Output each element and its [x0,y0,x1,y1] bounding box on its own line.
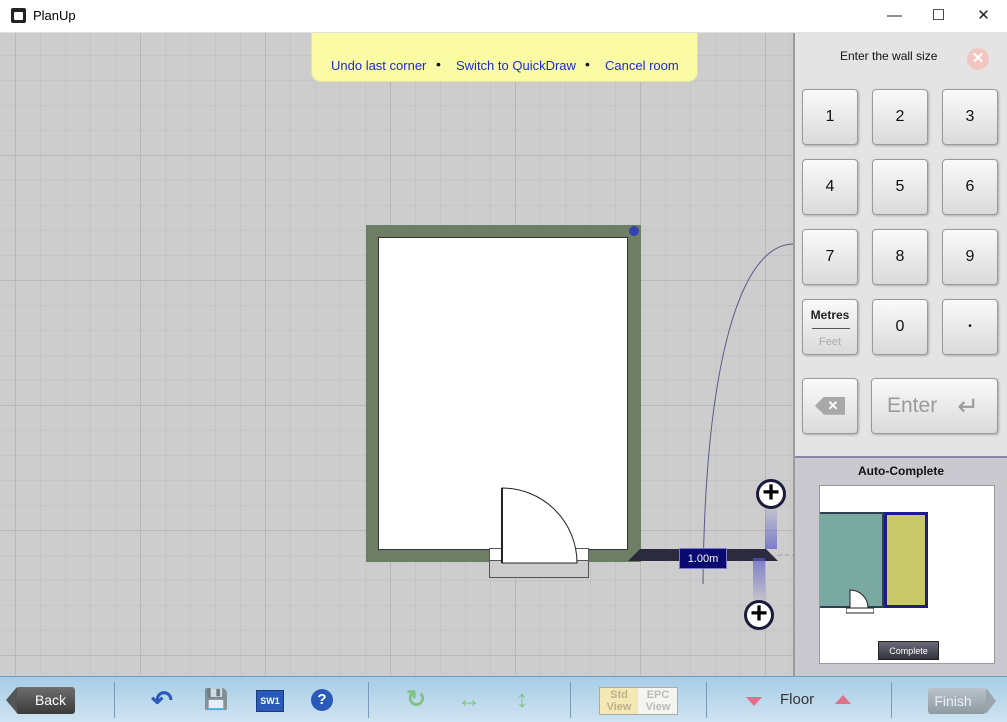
key-9[interactable]: 9 [942,229,998,285]
units-feet-label: Feet [818,336,841,348]
add-corner-up-icon[interactable]: + [756,478,786,509]
rotate-icon[interactable]: ↻ [403,687,429,713]
key-2[interactable]: 2 [872,89,928,145]
bottom-toolbar: Back ↶ 💾 SW1 ? ↻ ↔ ↕ Std View EPC View F… [0,676,1007,722]
wall-length-label: 1.00m [679,548,727,569]
preview-door-icon [846,589,874,614]
flip-vertical-icon[interactable]: ↕ [509,687,535,713]
help-icon[interactable]: ? [311,689,333,711]
toolbar-divider [368,682,369,718]
undo-icon[interactable]: ↶ [149,687,175,713]
minimize-button[interactable]: — [872,0,917,32]
toolbar-divider [114,682,115,718]
add-corner-down-icon[interactable]: + [744,599,774,630]
key-8[interactable]: 8 [872,229,928,285]
switch-quickdraw-link[interactable]: Switch to QuickDraw [456,58,576,73]
enter-icon: ↵ [957,391,979,421]
close-keypad-icon[interactable]: ✕ [967,48,989,70]
window-title: PlanUp [33,8,76,23]
units-toggle-button[interactable]: Metres Feet [802,299,858,355]
key-5[interactable]: 5 [872,159,928,215]
toolbar-divider [570,682,571,718]
key-7[interactable]: 7 [802,229,858,285]
std-view-button[interactable]: Std View [600,688,638,714]
extend-guide-top [765,509,777,549]
toolbar-divider [891,682,892,718]
enter-label: Enter [887,394,938,417]
key-6[interactable]: 6 [942,159,998,215]
backspace-icon: ✕ [815,396,845,415]
app-icon [11,8,26,23]
back-button[interactable]: Back [6,687,75,714]
floor-up-icon[interactable] [835,695,851,704]
hint-bar: Undo last corner • Switch to QuickDraw •… [311,33,698,82]
key-0[interactable]: 0 [872,299,928,355]
auto-complete-title: Auto-Complete [858,464,944,478]
enter-button[interactable]: Enter ↵ [871,378,998,434]
wall-size-panel: Enter the wall size ✕ 1 2 3 4 5 6 7 8 9 … [793,33,1007,678]
key-decimal[interactable]: • [942,299,998,355]
undo-last-corner-link[interactable]: Undo last corner [331,58,426,73]
flip-horizontal-icon[interactable]: ↔ [456,687,482,713]
toolbar-divider [706,682,707,718]
key-4[interactable]: 4 [802,159,858,215]
extend-guide-bottom [753,558,765,600]
title-bar: PlanUp — ☐ ✕ [0,0,1007,33]
complete-button[interactable]: Complete [878,641,939,660]
save-icon[interactable]: 💾 [203,687,229,713]
wall-size-prompt: Enter the wall size [840,49,938,63]
finish-button[interactable]: Finish [928,688,996,714]
preview-room-new [884,512,928,608]
corner-handle[interactable] [629,226,639,236]
key-1[interactable]: 1 [802,89,858,145]
maximize-button[interactable]: ☐ [916,0,961,32]
room-floor[interactable] [378,237,628,550]
view-toggle[interactable]: Std View EPC View [599,687,678,715]
keypad-pointer-line [702,243,793,585]
auto-complete-preview[interactable]: Complete [819,485,995,664]
hint-separator: • [585,56,590,72]
sw1-icon[interactable]: SW1 [256,690,284,712]
floor-plan-canvas[interactable]: Undo last corner • Switch to QuickDraw •… [0,33,793,676]
floor-label: Floor [780,691,815,708]
key-3[interactable]: 3 [942,89,998,145]
hint-separator: • [436,56,441,72]
auto-complete-panel: Auto-Complete Complete [795,456,1007,678]
close-window-button[interactable]: ✕ [961,0,1006,32]
cancel-room-link[interactable]: Cancel room [605,58,679,73]
epc-view-button[interactable]: EPC View [639,688,677,714]
units-divider [812,328,850,329]
floor-down-icon[interactable] [746,697,762,706]
units-metres-label: Metres [810,308,850,322]
door-step [489,560,589,578]
backspace-button[interactable]: ✕ [802,378,858,434]
